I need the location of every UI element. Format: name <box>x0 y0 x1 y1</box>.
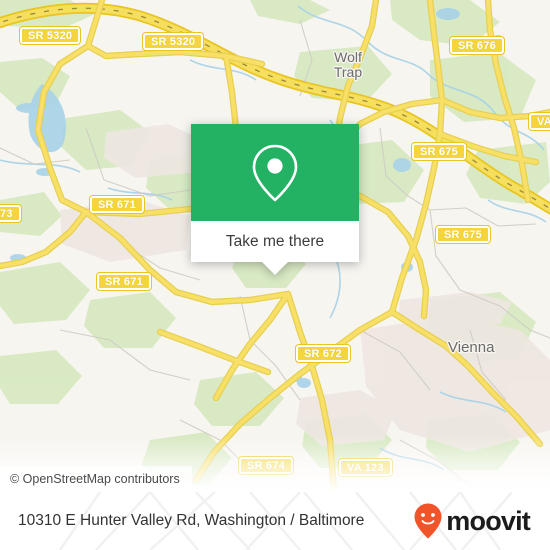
moovit-wordmark: moovit <box>446 505 531 536</box>
road-shield-sr-671-south[interactable]: SR 671 <box>96 272 152 291</box>
location-popup-card[interactable]: Take me there <box>191 124 359 275</box>
road-shield-sr-676[interactable]: SR 676 <box>449 36 505 55</box>
osm-attribution-text: © OpenStreetMap contributors <box>10 472 180 486</box>
map-canvas[interactable]: Wolf Trap Vienna SR 5320 SR 5320 SR 676 … <box>0 0 550 492</box>
moovit-pin-icon <box>414 503 442 539</box>
road-shield-sr-675-north[interactable]: SR 675 <box>411 142 467 161</box>
road-shield-va-partial[interactable]: VA <box>528 112 550 131</box>
popup-tail-pointer <box>262 262 288 275</box>
road-shield-sr-672[interactable]: SR 672 <box>295 344 351 363</box>
road-shield-73-partial[interactable]: 73 <box>0 204 22 223</box>
popup-header <box>191 124 359 221</box>
road-shield-va-123[interactable]: VA 123 <box>338 458 393 477</box>
take-me-there-button[interactable]: Take me there <box>191 221 359 262</box>
road-shield-sr-5320-east[interactable]: SR 5320 <box>141 32 205 51</box>
footer-address-text: 10310 E Hunter Valley Rd, Washington / B… <box>18 512 365 529</box>
take-me-there-label: Take me there <box>225 232 325 250</box>
road-shield-sr-5320-west[interactable]: SR 5320 <box>18 26 82 45</box>
road-shield-sr-675-south[interactable]: SR 675 <box>435 225 491 244</box>
footer-bar: 10310 E Hunter Valley Rd, Washington / B… <box>0 492 550 550</box>
map-screenshot: Wolf Trap Vienna SR 5320 SR 5320 SR 676 … <box>0 0 550 550</box>
location-pin-icon <box>252 144 298 201</box>
osm-attribution[interactable]: © OpenStreetMap contributors <box>0 466 192 492</box>
road-shield-sr-671-north[interactable]: SR 671 <box>89 195 145 214</box>
road-shield-sr-674[interactable]: SR 674 <box>238 456 294 475</box>
moovit-logo[interactable]: moovit <box>413 502 531 540</box>
